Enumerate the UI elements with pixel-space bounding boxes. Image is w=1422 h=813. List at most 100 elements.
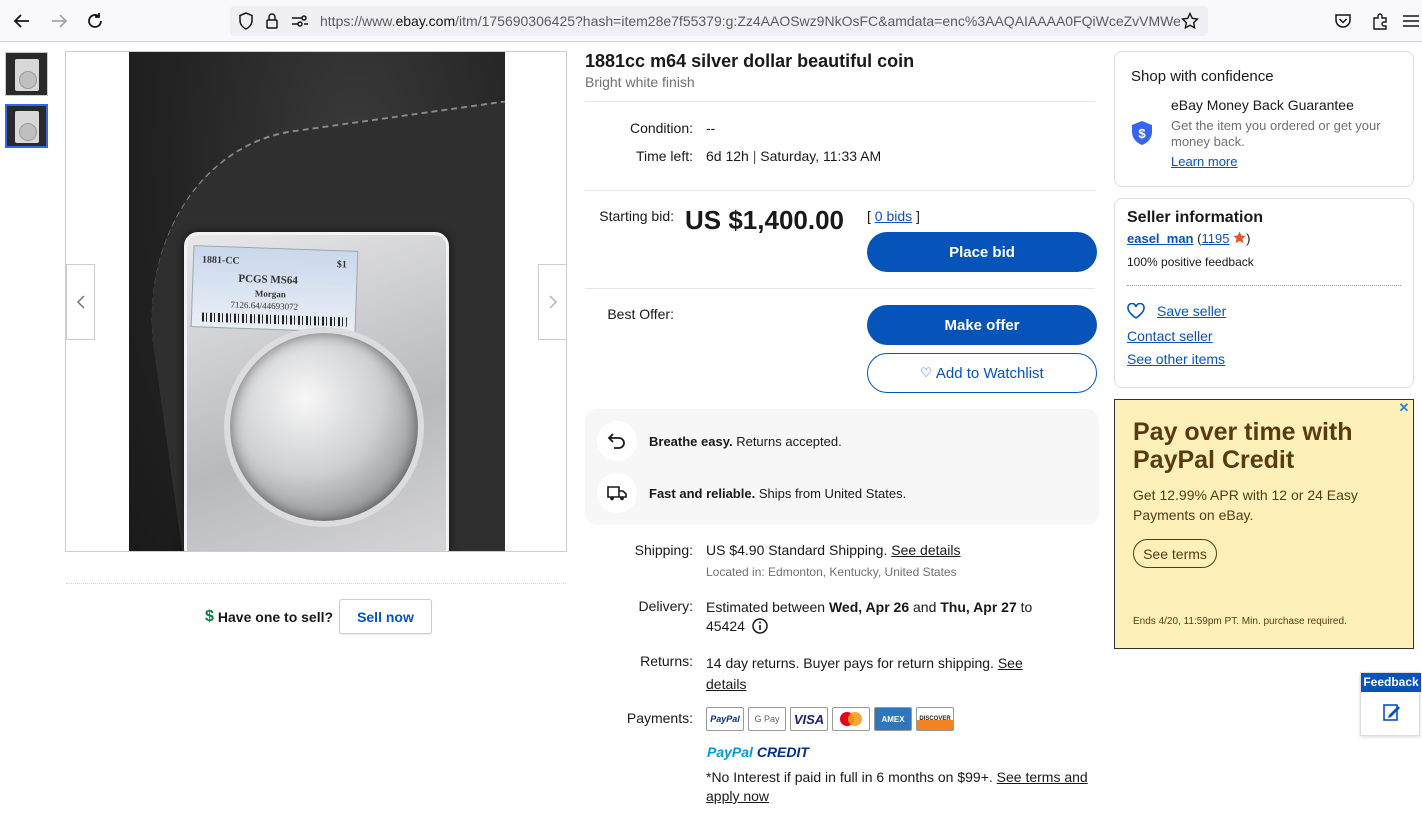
seller-score-link[interactable]: 1195 bbox=[1201, 231, 1229, 246]
heart-icon[interactable] bbox=[1127, 303, 1145, 319]
ad-footer: Ends 4/20, 11:59pm PT. Min. purchase req… bbox=[1133, 616, 1347, 627]
contact-seller-link[interactable]: Contact seller bbox=[1127, 328, 1213, 344]
shipping-highlight: Fast and reliable. Ships from United Sta… bbox=[649, 486, 907, 501]
visa-logo: VISA bbox=[790, 707, 828, 731]
discover-logo: DISCOVER bbox=[916, 707, 954, 731]
shipping-details-link[interactable]: See details bbox=[891, 542, 960, 558]
returns-details-link[interactable]: details bbox=[706, 676, 746, 692]
delivery-label: Delivery: bbox=[638, 598, 693, 614]
returns-see-link[interactable]: See bbox=[998, 655, 1023, 671]
feedback-pencil-icon bbox=[1383, 704, 1400, 721]
chevron-left-icon bbox=[76, 295, 85, 309]
slab-cert: 7126.64/44693072 bbox=[230, 299, 299, 312]
guarantee-subtitle: Get the item you ordered or get your mon… bbox=[1171, 118, 1381, 149]
paypal-credit-ad[interactable]: ✕ Pay over time with PayPal Credit Get 1… bbox=[1114, 399, 1414, 649]
forward-icon[interactable] bbox=[46, 8, 72, 34]
divider bbox=[1127, 285, 1401, 286]
info-icon[interactable] bbox=[752, 618, 768, 634]
best-offer-label: Best Offer: bbox=[607, 306, 674, 322]
menu-icon[interactable] bbox=[1400, 10, 1422, 32]
permissions-icon[interactable] bbox=[290, 11, 310, 31]
see-other-items-link[interactable]: See other items bbox=[1127, 351, 1225, 367]
extensions-icon[interactable] bbox=[1369, 10, 1391, 32]
place-bid-button[interactable]: Place bid bbox=[867, 232, 1097, 272]
seller-info-card: Seller information easel_man (1195 ) 100… bbox=[1114, 198, 1414, 388]
ad-close-icon[interactable]: ✕ bbox=[1397, 401, 1411, 415]
coin-photo[interactable]: 1881-CC $1 PCGS MS64 Morgan 7126.64/4469… bbox=[129, 52, 505, 551]
pocket-icon[interactable] bbox=[1332, 10, 1354, 32]
back-icon[interactable] bbox=[9, 8, 35, 34]
time-left-value: 6d 12h | Saturday, 11:33 AM bbox=[706, 148, 882, 164]
divider bbox=[585, 190, 1095, 191]
paypal-logo: PayPal bbox=[706, 707, 744, 731]
slab-denomination: $1 bbox=[336, 259, 348, 271]
seller-name-row: easel_man (1195 ) bbox=[1127, 231, 1251, 246]
condition-value: -- bbox=[706, 120, 716, 136]
make-offer-button[interactable]: Make offer bbox=[867, 305, 1097, 345]
url-bar[interactable]: https://www.ebay.com/itm/175690306425?ha… bbox=[230, 6, 1208, 36]
guarantee-title: eBay Money Back Guarantee bbox=[1171, 97, 1354, 113]
sell-row: $ Have one to sell? Sell now bbox=[205, 599, 432, 634]
price: US $1,400.00 bbox=[685, 205, 845, 235]
seller-info-title: Seller information bbox=[1127, 209, 1264, 226]
time-left-label: Time left: bbox=[635, 148, 693, 164]
reload-icon[interactable] bbox=[82, 8, 108, 34]
returns-label: Returns: bbox=[640, 653, 693, 669]
shipping-truck-icon bbox=[597, 473, 637, 513]
mastercard-logo bbox=[832, 707, 870, 731]
coin bbox=[224, 327, 424, 527]
ad-title: Pay over time with PayPal Credit bbox=[1133, 418, 1353, 474]
sell-now-button[interactable]: Sell now bbox=[339, 599, 432, 634]
main-image-frame: 1881-CC $1 PCGS MS64 Morgan 7126.64/4469… bbox=[65, 51, 567, 552]
coin-slab-label: 1881-CC $1 PCGS MS64 Morgan 7126.64/4469… bbox=[190, 245, 359, 333]
shipping-label: Shipping: bbox=[634, 542, 693, 558]
slab-grade: PCGS MS64 bbox=[238, 272, 299, 287]
heart-icon: ♡ bbox=[920, 365, 932, 380]
returns-value: 14 day returns. Buyer pays for return sh… bbox=[706, 655, 1023, 692]
payments-label: Payments: bbox=[626, 710, 693, 726]
slab-type: Morgan bbox=[254, 288, 286, 300]
lock-icon[interactable] bbox=[262, 11, 282, 31]
feedback-tab[interactable]: Feedback bbox=[1360, 672, 1421, 736]
dollar-icon: $ bbox=[205, 607, 214, 625]
starting-bid-label: Starting bid: bbox=[599, 208, 674, 224]
image-thumbnail-1[interactable] bbox=[5, 52, 48, 96]
item-location: Located in: Edmonton, Kentucky, United S… bbox=[706, 565, 957, 579]
highlights-panel: Breathe easy. Returns accepted. Fast and… bbox=[585, 409, 1099, 525]
google-pay-logo: G Pay bbox=[748, 707, 786, 731]
bids-link[interactable]: 0 bids bbox=[875, 208, 912, 224]
seller-feedback: 100% positive feedback bbox=[1127, 255, 1254, 269]
returns-highlight: Breathe easy. Returns accepted. bbox=[649, 434, 842, 449]
carousel-prev-button[interactable] bbox=[66, 264, 95, 340]
image-thumbnail-2[interactable] bbox=[5, 104, 48, 148]
browser-toolbar: https://www.ebay.com/itm/175690306425?ha… bbox=[0, 0, 1422, 42]
delivery-value: Estimated between Wed, Apr 26 and Thu, A… bbox=[706, 599, 1033, 634]
shield-icon[interactable] bbox=[236, 11, 256, 31]
seller-name-link[interactable]: easel_man bbox=[1127, 231, 1194, 246]
sell-question: Have one to sell? bbox=[217, 608, 334, 625]
returns-icon bbox=[597, 421, 637, 461]
divider bbox=[585, 101, 1095, 102]
save-seller-link[interactable]: Save seller bbox=[1157, 303, 1226, 319]
divider bbox=[66, 583, 566, 584]
no-interest-text: *No Interest if paid in full in 6 months… bbox=[706, 769, 1088, 804]
payment-logos: PayPal G Pay VISA AMEX DISCOVER bbox=[706, 707, 954, 731]
carousel-next-button[interactable] bbox=[538, 264, 567, 340]
watchlist-label: Add to Watchlist bbox=[935, 364, 1044, 382]
url-text: https://www.ebay.com/itm/175690306425?ha… bbox=[320, 13, 1180, 29]
amex-logo: AMEX bbox=[874, 707, 912, 731]
barcode bbox=[201, 312, 348, 327]
bookmark-star-icon[interactable] bbox=[1180, 11, 1200, 31]
ad-see-terms-button[interactable]: See terms bbox=[1133, 539, 1217, 568]
item-subtitle: Bright white finish bbox=[585, 74, 695, 90]
paypal-credit-logo: PayPal CREDIT bbox=[707, 744, 809, 760]
shipping-value: US $4.90 Standard Shipping. See details bbox=[706, 542, 961, 558]
add-to-watchlist-button[interactable]: ♡ Add to Watchlist bbox=[867, 353, 1097, 393]
shop-confidence-card: Shop with confidence $ eBay Money Back G… bbox=[1114, 51, 1414, 187]
bids-count: [ 0 bids ] bbox=[867, 208, 920, 224]
ad-body: Get 12.99% APR with 12 or 24 Easy Paymen… bbox=[1133, 487, 1358, 523]
divider bbox=[585, 288, 1095, 289]
card-title: Shop with confidence bbox=[1131, 68, 1274, 85]
chevron-right-icon bbox=[548, 295, 557, 309]
learn-more-link[interactable]: Learn more bbox=[1171, 154, 1237, 169]
